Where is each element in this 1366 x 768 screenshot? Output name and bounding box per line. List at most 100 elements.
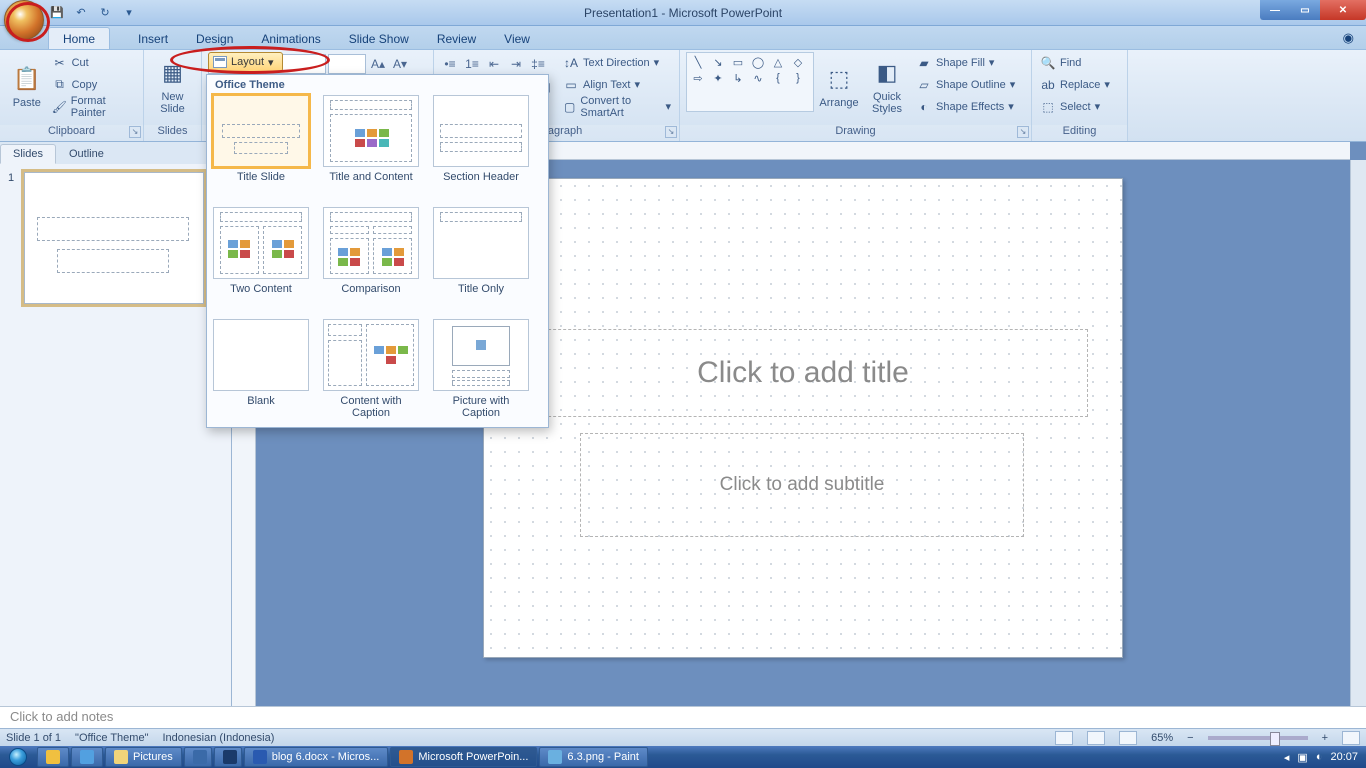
sorter-view-button[interactable] — [1087, 731, 1105, 745]
layout-option-title-slide[interactable]: Title Slide — [213, 95, 309, 197]
new-slide-button[interactable]: ▦ New Slide — [150, 52, 195, 120]
clipboard-dialog-launcher[interactable]: ↘ — [129, 126, 141, 138]
notes-pane[interactable]: Click to add notes — [0, 706, 1366, 728]
start-button[interactable] — [0, 746, 36, 768]
tab-animations[interactable]: Animations — [247, 28, 334, 49]
taskbar-item-powerpoint[interactable]: Microsoft PowerPoin... — [390, 747, 537, 767]
title-placeholder[interactable]: Click to add title — [518, 329, 1088, 417]
shape-arrowblock-icon[interactable]: ⇨ — [689, 71, 707, 85]
copy-button[interactable]: ⧉Copy — [50, 74, 137, 95]
layout-option-title-content[interactable]: Title and Content — [323, 95, 419, 197]
taskbar-item-paint[interactable]: 6.3.png - Paint — [539, 747, 648, 767]
arrange-button[interactable]: ⬚Arrange — [814, 52, 864, 120]
indent-dec-icon[interactable]: ⇤ — [484, 54, 504, 74]
layout-button[interactable]: Layout ▾ — [208, 52, 283, 72]
tab-view[interactable]: View — [490, 28, 544, 49]
tray-icon[interactable]: ◂ — [1284, 751, 1290, 764]
layout-option-two-content[interactable]: Two Content — [213, 207, 309, 309]
qat-customize-icon[interactable]: ▾ — [120, 4, 138, 22]
shape-diamond-icon[interactable]: ◇ — [789, 55, 807, 69]
select-button[interactable]: ⬚Select ▾ — [1038, 96, 1112, 117]
slide-thumbnail[interactable] — [24, 172, 204, 304]
layout-option-content-caption[interactable]: Content with Caption — [323, 319, 419, 421]
shape-fill-button[interactable]: ▰Shape Fill ▾ — [914, 52, 1017, 73]
shape-triangle-icon[interactable]: △ — [769, 55, 787, 69]
quick-styles-button[interactable]: ◧Quick Styles — [864, 52, 910, 120]
normal-view-button[interactable] — [1055, 731, 1073, 745]
taskbar-item[interactable] — [71, 747, 103, 767]
tab-design[interactable]: Design — [182, 28, 247, 49]
outline-tab[interactable]: Outline — [56, 144, 117, 164]
tab-home[interactable]: Home — [48, 27, 110, 49]
convert-smartart-button[interactable]: ▢Convert to SmartArt ▾ — [561, 96, 673, 117]
shape-connector-icon[interactable]: ↳ — [729, 71, 747, 85]
status-lang[interactable]: Indonesian (Indonesia) — [162, 732, 274, 744]
indent-inc-icon[interactable]: ⇥ — [506, 54, 526, 74]
align-text-button[interactable]: ▭Align Text ▾ — [561, 74, 673, 95]
shape-brace2-icon[interactable]: } — [789, 71, 807, 85]
shrink-font-icon[interactable]: A▾ — [390, 54, 410, 74]
line-spacing-icon[interactable]: ‡≡ — [528, 54, 548, 74]
shape-ellipse-icon[interactable]: ◯ — [749, 55, 767, 69]
taskbar-item-word[interactable]: blog 6.docx - Micros... — [244, 747, 389, 767]
slideshow-view-button[interactable] — [1119, 731, 1137, 745]
replace-button[interactable]: abReplace ▾ — [1038, 74, 1112, 95]
tab-insert[interactable]: Insert — [124, 28, 182, 49]
paste-button[interactable]: 📋 Paste — [6, 52, 48, 120]
layout-option-picture-caption[interactable]: Picture with Caption — [433, 319, 529, 421]
shapes-gallery[interactable]: ╲ ↘ ▭ ◯ △ ◇ ⇨ ✦ ↳ ∿ { } — [686, 52, 814, 112]
shape-rect-icon[interactable]: ▭ — [729, 55, 747, 69]
tray-icon[interactable]: ◐ — [1316, 751, 1323, 763]
tab-slideshow[interactable]: Slide Show — [335, 28, 423, 49]
office-button[interactable] — [4, 0, 44, 40]
layout-option-comparison[interactable]: Comparison — [323, 207, 419, 309]
grow-font-icon[interactable]: A▴ — [368, 54, 388, 74]
text-direction-button[interactable]: ↕AText Direction ▾ — [561, 52, 673, 73]
zoom-in-icon[interactable]: + — [1322, 732, 1328, 744]
drawing-dialog-launcher[interactable]: ↘ — [1017, 126, 1029, 138]
close-button[interactable]: ✕ — [1320, 0, 1366, 20]
slide-canvas[interactable]: Click to add title Click to add subtitle — [483, 178, 1123, 658]
windows-taskbar: Pictures blog 6.docx - Micros... Microso… — [0, 746, 1366, 768]
layout-option-section-header[interactable]: Section Header — [433, 95, 529, 197]
paragraph-dialog-launcher[interactable]: ↘ — [665, 126, 677, 138]
shape-line-icon[interactable]: ╲ — [689, 55, 707, 69]
shape-outline-button[interactable]: ▱Shape Outline ▾ — [914, 74, 1017, 95]
bullets-icon[interactable]: •≡ — [440, 54, 460, 74]
undo-icon[interactable]: ↶ — [72, 4, 90, 22]
font-size-combo[interactable] — [328, 54, 366, 74]
taskbar-item-pictures[interactable]: Pictures — [105, 747, 182, 767]
zoom-out-icon[interactable]: − — [1187, 732, 1193, 744]
taskbar-item[interactable] — [214, 747, 242, 767]
maximize-button[interactable]: ▭ — [1290, 0, 1320, 20]
taskbar-quicklaunch[interactable] — [37, 747, 69, 767]
slides-tab[interactable]: Slides — [0, 144, 56, 164]
taskbar-item[interactable] — [184, 747, 212, 767]
tray-clock[interactable]: 20:07 — [1330, 751, 1358, 763]
layout-option-title-only[interactable]: Title Only — [433, 207, 529, 309]
zoom-level[interactable]: 65% — [1151, 732, 1173, 744]
fit-window-button[interactable] — [1342, 731, 1360, 745]
redo-icon[interactable]: ↻ — [96, 4, 114, 22]
shape-star-icon[interactable]: ✦ — [709, 71, 727, 85]
shape-curve-icon[interactable]: ∿ — [749, 71, 767, 85]
zoom-slider[interactable] — [1208, 736, 1308, 740]
slide-grid — [484, 179, 1122, 657]
find-button[interactable]: 🔍Find — [1038, 52, 1112, 73]
tab-review[interactable]: Review — [423, 28, 490, 49]
system-tray[interactable]: ◂ ▣ ◐ 20:07 — [1276, 751, 1366, 764]
minimize-button[interactable]: — — [1260, 0, 1290, 20]
shape-brace-icon[interactable]: { — [769, 71, 787, 85]
vertical-scrollbar[interactable] — [1350, 160, 1366, 706]
layout-gallery-header: Office Theme — [207, 75, 548, 95]
shape-arrow-icon[interactable]: ↘ — [709, 55, 727, 69]
help-icon[interactable]: ◉ — [1331, 27, 1366, 49]
format-painter-button[interactable]: 🖌Format Painter — [50, 96, 137, 117]
tray-icon[interactable]: ▣ — [1297, 751, 1307, 764]
save-icon[interactable]: 💾 — [48, 4, 66, 22]
numbering-icon[interactable]: 1≡ — [462, 54, 482, 74]
shape-effects-button[interactable]: ◐Shape Effects ▾ — [914, 96, 1017, 117]
subtitle-placeholder[interactable]: Click to add subtitle — [580, 433, 1024, 537]
layout-option-blank[interactable]: Blank — [213, 319, 309, 421]
cut-button[interactable]: ✂Cut — [50, 52, 137, 73]
